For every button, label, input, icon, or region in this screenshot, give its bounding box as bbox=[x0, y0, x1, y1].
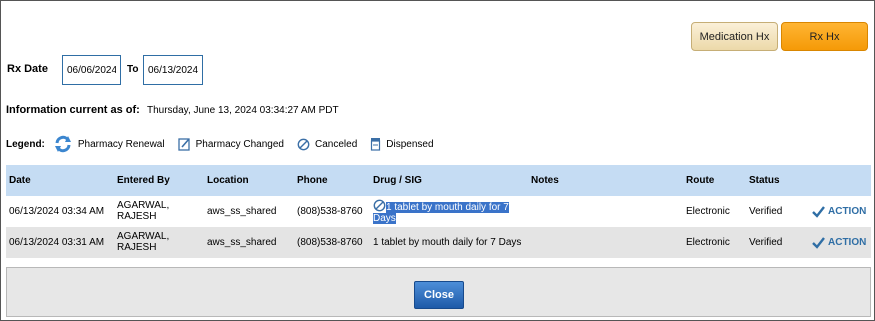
legend: Legend: Pharmacy Renewal Pharmacy Change… bbox=[6, 135, 447, 153]
canceled-icon bbox=[373, 199, 386, 212]
rx-date-to-input[interactable] bbox=[143, 55, 203, 85]
legend-label-pharmacy-renewal: Pharmacy Renewal bbox=[77, 138, 165, 150]
row-date: 06/13/2024 03:34 AM bbox=[9, 206, 105, 217]
rx-history-table: Date Entered By Location Phone Drug / SI… bbox=[6, 165, 871, 258]
checkmark-icon bbox=[812, 205, 825, 218]
rx-date-label: Rx Date bbox=[7, 63, 48, 75]
rx-history-dialog: Medication Hx Rx Hx Rx Date To Informati… bbox=[0, 0, 875, 321]
legend-item-pharmacy-changed: Pharmacy Changed bbox=[177, 137, 284, 151]
header-route: Route bbox=[686, 175, 715, 186]
action-link[interactable]: ACTION bbox=[812, 236, 867, 249]
row-drug-sig: 1 tablet by mouth daily for 7 Days bbox=[373, 237, 522, 248]
legend-item-dispensed: Dispensed bbox=[370, 137, 434, 151]
row-route: Electronic bbox=[686, 237, 730, 248]
to-label: To bbox=[127, 64, 139, 75]
row-location: aws_ss_shared bbox=[207, 237, 277, 248]
legend-label-canceled: Canceled bbox=[315, 138, 358, 150]
legend-item-pharmacy-renewal: Pharmacy Renewal bbox=[53, 135, 165, 153]
row-status: Verified bbox=[749, 237, 783, 248]
info-current-label: Information current as of: bbox=[6, 104, 140, 116]
header-status: Status bbox=[749, 175, 780, 186]
row-status: Verified bbox=[749, 206, 783, 217]
rx-date-from-input[interactable] bbox=[62, 55, 121, 85]
legend-item-canceled: Canceled bbox=[297, 138, 357, 151]
action-label: ACTION bbox=[828, 206, 867, 217]
dispensed-icon bbox=[371, 138, 381, 151]
dialog-footer: Close bbox=[6, 267, 871, 317]
pharmacy-renewal-icon bbox=[54, 135, 71, 153]
rx-hx-button[interactable]: Rx Hx bbox=[781, 22, 868, 51]
close-button[interactable]: Close bbox=[414, 281, 464, 309]
row-location: aws_ss_shared bbox=[207, 206, 277, 217]
drug-sig-line-1: 1 tablet by mouth daily for 7 bbox=[386, 202, 509, 213]
table-header: Date Entered By Location Phone Drug / SI… bbox=[6, 165, 871, 196]
action-label: ACTION bbox=[828, 237, 867, 248]
row-drug-sig: 1 tablet by mouth daily for 7 Days bbox=[373, 199, 525, 224]
drug-sig-line-2: Days bbox=[373, 213, 396, 224]
row-entered-by: AGARWAL, RAJESH bbox=[117, 200, 169, 222]
row-phone: (808)538-8760 bbox=[297, 206, 363, 217]
header-notes: Notes bbox=[531, 175, 559, 186]
info-current-value: Thursday, June 13, 2024 03:34:27 AM PDT bbox=[147, 105, 339, 116]
row-phone: (808)538-8760 bbox=[297, 237, 363, 248]
canceled-icon bbox=[297, 138, 310, 150]
row-date: 06/13/2024 03:31 AM bbox=[9, 237, 105, 248]
legend-label-dispensed: Dispensed bbox=[386, 138, 434, 150]
pharmacy-changed-icon bbox=[177, 138, 190, 151]
row-entered-by: AGARWAL, RAJESH bbox=[117, 231, 169, 253]
header-entered-by: Entered By bbox=[117, 175, 170, 186]
entered-by-line-1: AGARWAL, bbox=[117, 200, 170, 211]
action-link[interactable]: ACTION bbox=[812, 205, 867, 218]
table-row: 06/13/2024 03:34 AM AGARWAL, RAJESH aws_… bbox=[6, 196, 871, 227]
entered-by-line-2: RAJESH bbox=[117, 242, 157, 253]
row-route: Electronic bbox=[686, 206, 730, 217]
header-location: Location bbox=[207, 175, 249, 186]
table-row: 06/13/2024 03:31 AM AGARWAL, RAJESH aws_… bbox=[6, 227, 871, 258]
entered-by-line-2: RAJESH bbox=[117, 211, 157, 222]
medication-hx-button[interactable]: Medication Hx bbox=[691, 22, 778, 51]
entered-by-line-1: AGARWAL, bbox=[117, 231, 170, 242]
header-date: Date bbox=[9, 175, 31, 186]
legend-label: Legend: bbox=[6, 138, 45, 150]
header-drug-sig: Drug / SIG bbox=[373, 175, 422, 186]
header-phone: Phone bbox=[297, 175, 328, 186]
legend-label-pharmacy-changed: Pharmacy Changed bbox=[195, 138, 284, 150]
checkmark-icon bbox=[812, 236, 825, 249]
